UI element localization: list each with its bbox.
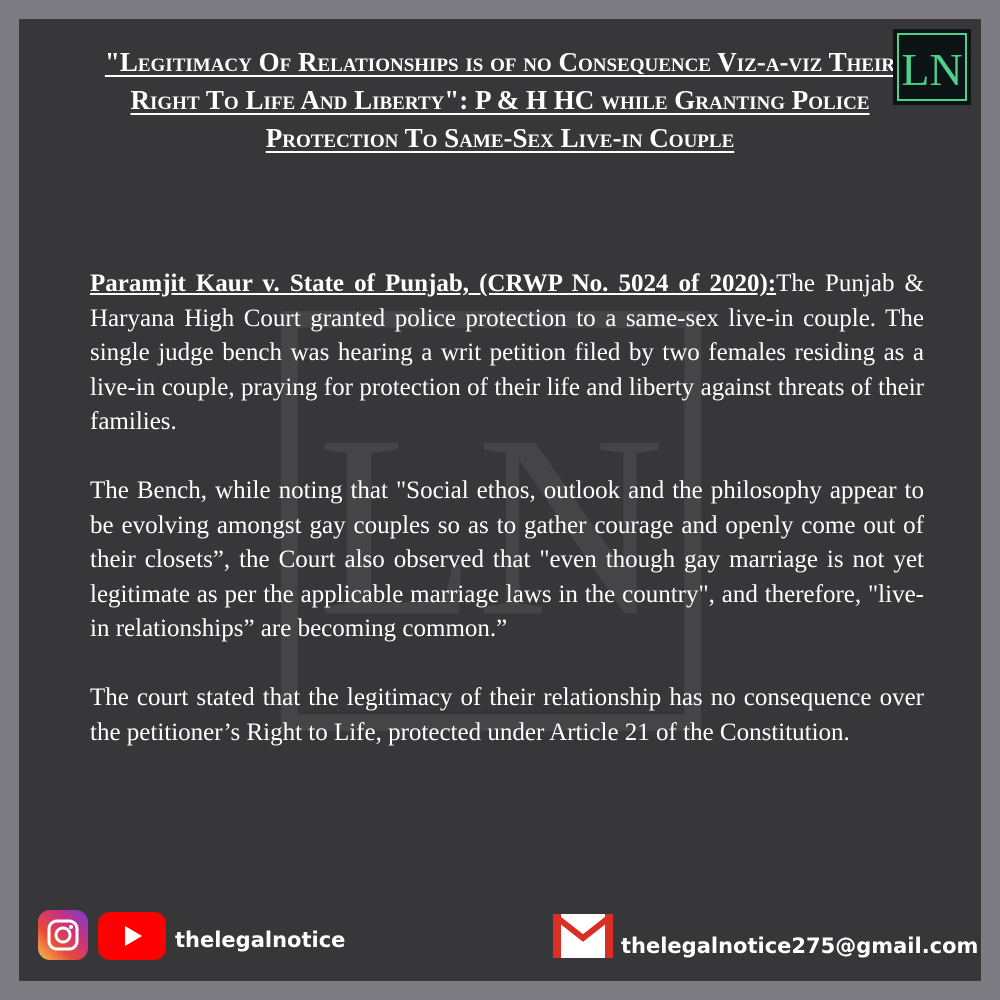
logo-text: LN <box>901 44 962 95</box>
paragraph-1: Paramjit Kaur v. State of Punjab, (CRWP … <box>90 267 924 440</box>
gmail-icon[interactable] <box>551 912 615 960</box>
email-address[interactable]: thelegalnotice275@gmail.com <box>621 934 978 958</box>
instagram-icon[interactable] <box>38 910 88 960</box>
paragraph-2: The Bench, while noting that "Social eth… <box>90 477 924 642</box>
youtube-icon[interactable] <box>98 912 166 960</box>
case-citation: Paramjit Kaur v. State of Punjab, (CRWP … <box>90 270 777 297</box>
post-card: LN "Legitimacy Of Relationships is of no… <box>19 19 981 981</box>
paragraph-3: The court stated that the legitimacy of … <box>90 684 924 746</box>
social-handle[interactable]: thelegalnotice <box>175 928 345 952</box>
headline: "Legitimacy Of Relationships is of no Co… <box>104 47 896 153</box>
ln-logo: LN <box>893 29 971 105</box>
article-body: Paramjit Kaur v. State of Punjab, (CRWP … <box>90 267 924 785</box>
